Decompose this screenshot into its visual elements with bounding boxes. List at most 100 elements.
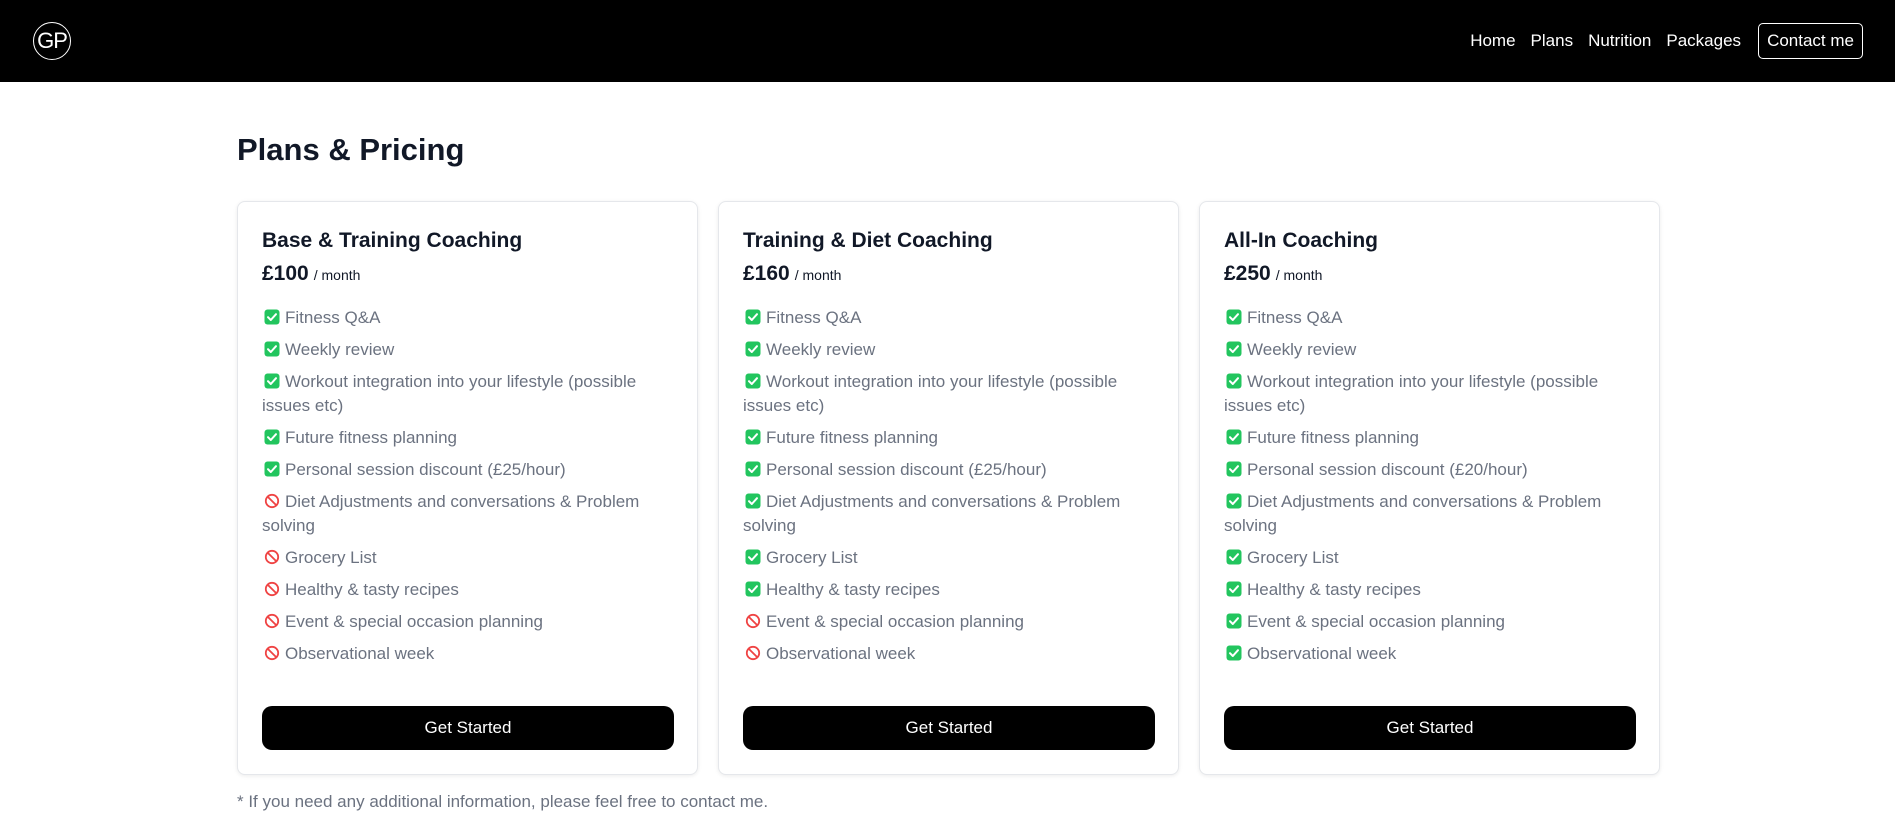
- nav-link-plans[interactable]: Plans: [1531, 31, 1574, 51]
- feature-text: Diet Adjustments and conversations & Pro…: [743, 492, 1121, 535]
- nav-link-nutrition[interactable]: Nutrition: [1588, 31, 1651, 51]
- feature-item: Healthy & tasty recipes: [262, 578, 673, 602]
- feature-text: Fitness Q&A: [285, 308, 381, 327]
- check-icon: [745, 340, 761, 357]
- check-icon: [1226, 644, 1242, 661]
- feature-text: Observational week: [1247, 644, 1397, 663]
- feature-item: Personal session discount (£25/hour): [743, 458, 1154, 482]
- footnote: * If you need any additional information…: [237, 792, 769, 811]
- feature-text: Workout integration into your lifestyle …: [743, 372, 1118, 415]
- feature-item: Grocery List: [1224, 546, 1635, 570]
- get-started-button[interactable]: Get Started: [743, 706, 1155, 750]
- feature-text: Weekly review: [766, 340, 876, 359]
- plan-price: £250: [1224, 262, 1271, 285]
- price-row: £100 / month: [262, 262, 673, 286]
- feature-text: Future fitness planning: [285, 428, 457, 447]
- feature-item: Diet Adjustments and conversations & Pro…: [1224, 490, 1635, 538]
- logo[interactable]: GP: [33, 22, 71, 60]
- feature-text: Grocery List: [1247, 548, 1339, 567]
- feature-item: Weekly review: [743, 338, 1154, 362]
- plan-title: Training & Diet Coaching: [743, 229, 993, 252]
- plan-period: / month: [1275, 267, 1323, 283]
- feature-item: Diet Adjustments and conversations & Pro…: [262, 490, 673, 538]
- feature-text: Future fitness planning: [766, 428, 938, 447]
- contact-me-button[interactable]: Contact me: [1758, 23, 1863, 59]
- feature-text: Fitness Q&A: [1247, 308, 1343, 327]
- feature-list: Fitness Q&A Weekly review Workout integr…: [743, 306, 1154, 666]
- check-icon: [745, 428, 761, 445]
- feature-item: Future fitness planning: [1224, 426, 1635, 450]
- check-icon: [745, 580, 761, 597]
- ban-icon: [745, 612, 761, 629]
- ban-icon: [264, 644, 280, 661]
- feature-text: Observational week: [285, 644, 435, 663]
- pricing-cards: Base & Training Coaching £100 / month Fi…: [237, 201, 1660, 775]
- feature-text: Personal session discount (£25/hour): [285, 460, 566, 479]
- check-icon: [1226, 580, 1242, 597]
- plan-price: £160: [743, 262, 790, 285]
- feature-text: Fitness Q&A: [766, 308, 862, 327]
- plan-card-training-diet: Training & Diet Coaching £160 / month Fi…: [718, 201, 1179, 775]
- feature-item: Event & special occasion planning: [1224, 610, 1635, 634]
- check-icon: [745, 548, 761, 565]
- feature-item: Healthy & tasty recipes: [743, 578, 1154, 602]
- feature-item: Fitness Q&A: [262, 306, 673, 330]
- feature-text: Healthy & tasty recipes: [766, 580, 940, 599]
- price-row: £250 / month: [1224, 262, 1635, 286]
- check-icon: [264, 428, 280, 445]
- feature-text: Healthy & tasty recipes: [1247, 580, 1421, 599]
- feature-text: Workout integration into your lifestyle …: [1224, 372, 1599, 415]
- feature-text: Diet Adjustments and conversations & Pro…: [1224, 492, 1602, 535]
- plan-title: All-In Coaching: [1224, 229, 1378, 252]
- check-icon: [745, 492, 761, 509]
- ban-icon: [264, 612, 280, 629]
- ban-icon: [264, 580, 280, 597]
- plan-price: £100: [262, 262, 309, 285]
- check-icon: [1226, 548, 1242, 565]
- feature-item: Fitness Q&A: [1224, 306, 1635, 330]
- check-icon: [1226, 612, 1242, 629]
- feature-text: Event & special occasion planning: [285, 612, 543, 631]
- feature-item: Personal session discount (£20/hour): [1224, 458, 1635, 482]
- ban-icon: [264, 548, 280, 565]
- price-row: £160 / month: [743, 262, 1154, 286]
- feature-item: Observational week: [1224, 642, 1635, 666]
- feature-item: Weekly review: [1224, 338, 1635, 362]
- feature-text: Personal session discount (£25/hour): [766, 460, 1047, 479]
- plan-card-base-training: Base & Training Coaching £100 / month Fi…: [237, 201, 698, 775]
- plan-period: / month: [794, 267, 842, 283]
- feature-item: Observational week: [743, 642, 1154, 666]
- check-icon: [1226, 308, 1242, 325]
- feature-list: Fitness Q&A Weekly review Workout integr…: [262, 306, 673, 666]
- nav-link-home[interactable]: Home: [1470, 31, 1515, 51]
- feature-item: Fitness Q&A: [743, 306, 1154, 330]
- check-icon: [1226, 428, 1242, 445]
- feature-item: Workout integration into your lifestyle …: [262, 370, 673, 418]
- get-started-button[interactable]: Get Started: [1224, 706, 1636, 750]
- check-icon: [745, 372, 761, 389]
- top-navbar: GP Home Plans Nutrition Packages Contact…: [0, 0, 1895, 82]
- check-icon: [264, 340, 280, 357]
- feature-item: Grocery List: [743, 546, 1154, 570]
- check-icon: [1226, 460, 1242, 477]
- feature-text: Weekly review: [285, 340, 395, 359]
- check-icon: [264, 308, 280, 325]
- check-icon: [1226, 492, 1242, 509]
- check-icon: [745, 308, 761, 325]
- get-started-button[interactable]: Get Started: [262, 706, 674, 750]
- feature-item: Event & special occasion planning: [743, 610, 1154, 634]
- feature-text: Event & special occasion planning: [766, 612, 1024, 631]
- feature-text: Observational week: [766, 644, 916, 663]
- feature-item: Personal session discount (£25/hour): [262, 458, 673, 482]
- feature-list: Fitness Q&A Weekly review Workout integr…: [1224, 306, 1635, 666]
- check-icon: [1226, 372, 1242, 389]
- feature-text: Weekly review: [1247, 340, 1357, 359]
- feature-item: Healthy & tasty recipes: [1224, 578, 1635, 602]
- feature-item: Weekly review: [262, 338, 673, 362]
- feature-text: Future fitness planning: [1247, 428, 1419, 447]
- plan-title: Base & Training Coaching: [262, 229, 523, 252]
- feature-item: Diet Adjustments and conversations & Pro…: [743, 490, 1154, 538]
- check-icon: [1226, 340, 1242, 357]
- nav-link-packages[interactable]: Packages: [1666, 31, 1741, 51]
- feature-text: Healthy & tasty recipes: [285, 580, 459, 599]
